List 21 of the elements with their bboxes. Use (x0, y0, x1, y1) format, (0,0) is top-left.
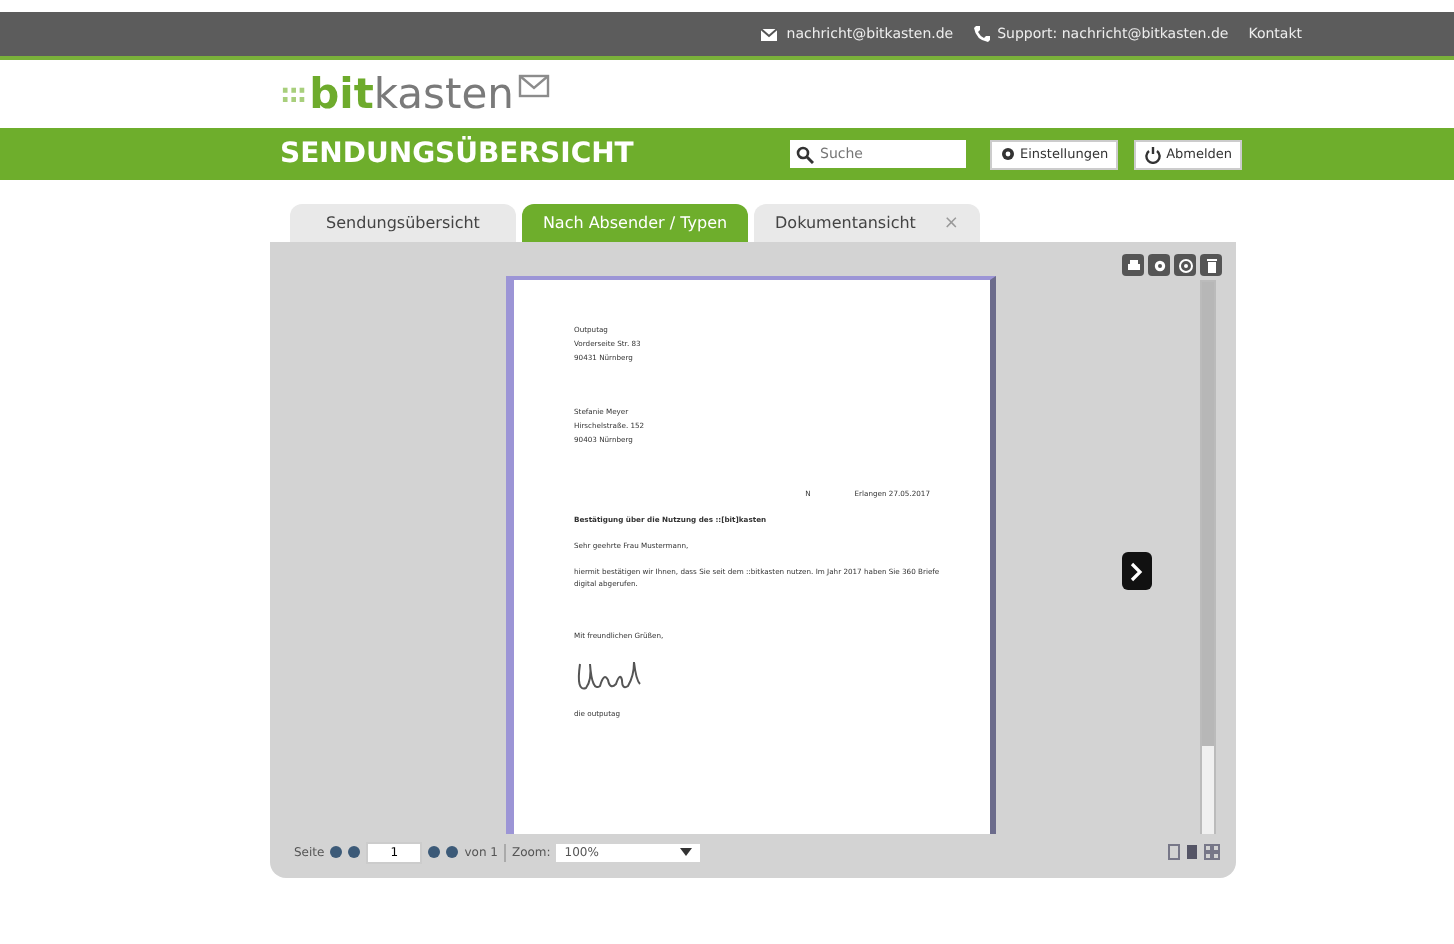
power-icon (1144, 145, 1163, 163)
page-title: SENDUNGSÜBERSICHT (280, 138, 636, 170)
caret-icon (680, 848, 693, 856)
first-page-button[interactable] (330, 846, 343, 858)
page-view-icon[interactable] (1186, 844, 1198, 860)
grid-view-icon[interactable] (1204, 844, 1220, 860)
logo[interactable]: :::bitkasten (280, 70, 550, 118)
mail-icon (760, 27, 779, 41)
chevron-right-icon (1130, 561, 1144, 581)
search-icon (796, 145, 814, 163)
scrollbar-thumb[interactable] (1202, 282, 1214, 747)
phone-icon (973, 26, 990, 42)
scrollbar[interactable] (1200, 280, 1216, 834)
single-page-icon[interactable] (1168, 844, 1180, 860)
print-icon[interactable] (1122, 254, 1144, 276)
trash-icon[interactable] (1200, 254, 1222, 276)
last-page-button[interactable] (446, 846, 459, 858)
tab[interactable]: Dokumentansicht × (754, 204, 980, 242)
tab[interactable]: Sendungsübersicht (290, 204, 516, 242)
next-page-button[interactable] (1122, 552, 1152, 590)
previous-page-button[interactable] (348, 846, 361, 858)
